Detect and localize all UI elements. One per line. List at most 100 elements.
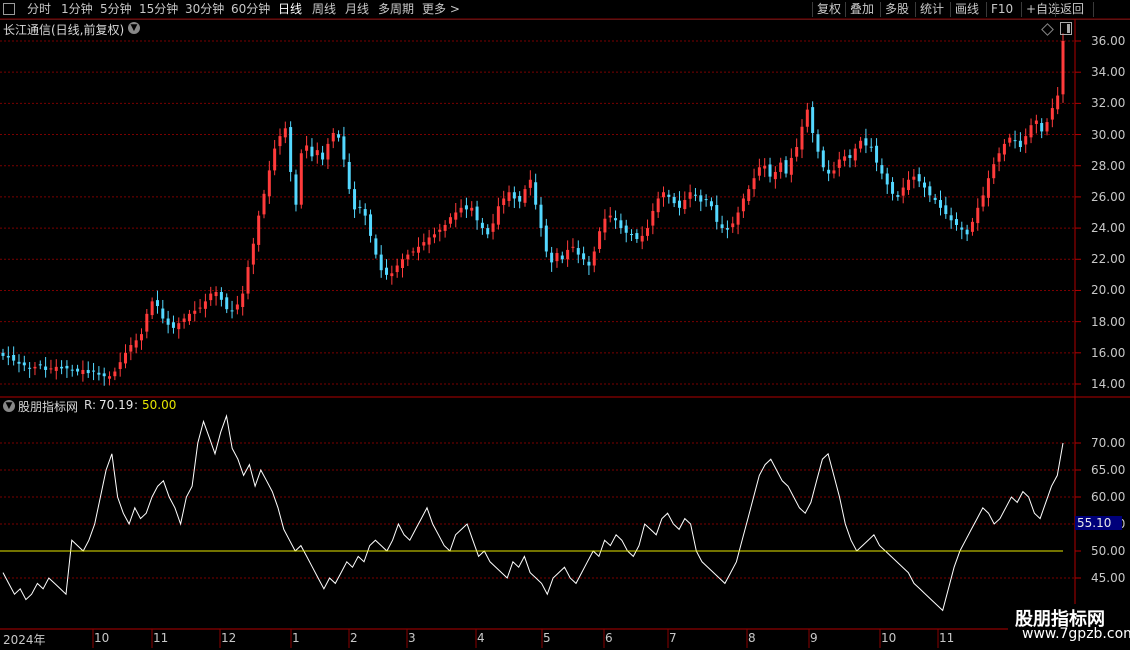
candle-body <box>885 173 889 185</box>
candle-body <box>1 352 5 356</box>
candle-body <box>837 159 841 168</box>
candle-body <box>76 368 80 372</box>
candle-body <box>523 189 527 203</box>
candle-body <box>720 224 724 229</box>
candle-body <box>917 174 921 182</box>
candle-body <box>209 293 213 301</box>
candle-body <box>49 368 53 370</box>
candle-body <box>326 143 330 160</box>
candle-body <box>385 267 389 275</box>
price-tick-label: 20.00 <box>1091 283 1126 298</box>
candle-body <box>1029 125 1033 138</box>
indicator-tick-label: 60.00 <box>1091 490 1126 504</box>
candle-body <box>193 310 197 314</box>
candle-body <box>86 369 90 374</box>
candle-body <box>321 152 325 160</box>
candle-body <box>1050 108 1054 120</box>
candle-body <box>667 194 671 197</box>
candle-body <box>773 171 777 180</box>
candle-body <box>907 179 911 191</box>
indicator-r-label: R: <box>84 398 97 412</box>
candle-body <box>789 157 793 175</box>
candle-body <box>406 254 410 260</box>
candle-body <box>166 318 170 325</box>
candle-body <box>731 223 735 228</box>
candle-body <box>454 212 458 220</box>
candle-body <box>171 322 175 328</box>
candle-body <box>938 200 942 208</box>
candle-body <box>38 364 42 366</box>
candle-body <box>161 308 165 319</box>
candle-body <box>65 365 69 369</box>
chevron-down-icon[interactable]: ▼ <box>3 400 15 412</box>
candle-body <box>992 164 996 179</box>
date-tick-label: 10 <box>881 631 897 645</box>
candle-body <box>550 252 554 263</box>
candle-body <box>1002 143 1006 155</box>
candle-body <box>464 205 468 210</box>
candle-body <box>475 206 479 221</box>
candle-body <box>640 235 644 242</box>
candle-body <box>976 207 980 224</box>
candle-body <box>534 182 538 205</box>
date-tick-label: 11 <box>939 631 955 645</box>
candle-body <box>970 221 974 232</box>
price-tick-label: 30.00 <box>1091 127 1126 142</box>
date-tick-label: 4 <box>477 631 485 645</box>
candle-body <box>299 153 303 205</box>
candle-body <box>896 195 900 197</box>
date-tick-label: 8 <box>748 631 756 645</box>
price-tick-label: 28.00 <box>1091 158 1126 173</box>
candle-body <box>693 194 697 196</box>
candle-body <box>560 255 564 260</box>
date-tick-label: 3 <box>408 631 416 645</box>
candle-body <box>448 217 452 224</box>
indicator-line <box>2 414 1064 612</box>
candle-body <box>337 134 341 138</box>
candle-body <box>470 207 474 211</box>
candle-body <box>747 189 751 201</box>
candle-body <box>1013 140 1017 142</box>
candle-body <box>709 201 713 207</box>
candle-body <box>305 145 309 151</box>
chevron-down-icon[interactable]: ▼ <box>128 22 140 34</box>
candle-body <box>566 249 570 260</box>
candle-body <box>614 218 618 221</box>
candle-body <box>1045 122 1049 132</box>
candle-body <box>949 215 953 221</box>
candle-body <box>576 248 580 255</box>
candle-body <box>672 196 676 204</box>
candle-body <box>901 187 905 196</box>
candle-body <box>965 229 969 235</box>
candle-body <box>342 136 346 160</box>
candle-body <box>656 198 660 213</box>
candle-body <box>496 206 500 225</box>
candle-body <box>502 198 506 206</box>
candle-body <box>22 362 26 366</box>
candle-body <box>843 156 847 161</box>
candle-body <box>480 222 484 229</box>
stock-chart[interactable] <box>0 0 1130 650</box>
indicator-tick-label: 45.00 <box>1091 571 1126 585</box>
candle-body <box>427 237 431 245</box>
candle-body <box>518 195 522 202</box>
candle-body <box>363 209 367 216</box>
panel-toggle-icon[interactable] <box>1060 22 1072 35</box>
candle-body <box>273 148 277 171</box>
price-tick-label: 22.00 <box>1091 252 1126 267</box>
candle-body <box>459 207 463 213</box>
candle-body <box>528 179 532 188</box>
candle-body <box>70 369 74 371</box>
candle-body <box>725 228 729 230</box>
candle-body <box>699 195 703 202</box>
candle-body <box>353 189 357 210</box>
candle-body <box>1056 95 1060 110</box>
candle-body <box>267 170 271 197</box>
date-tick-label: 9 <box>810 631 818 645</box>
candle-body <box>432 234 436 238</box>
candle-body <box>219 292 223 300</box>
date-tick-label: 12 <box>221 631 237 645</box>
candle-body <box>944 205 948 215</box>
candle-body <box>587 261 591 266</box>
candle-body <box>443 224 447 231</box>
